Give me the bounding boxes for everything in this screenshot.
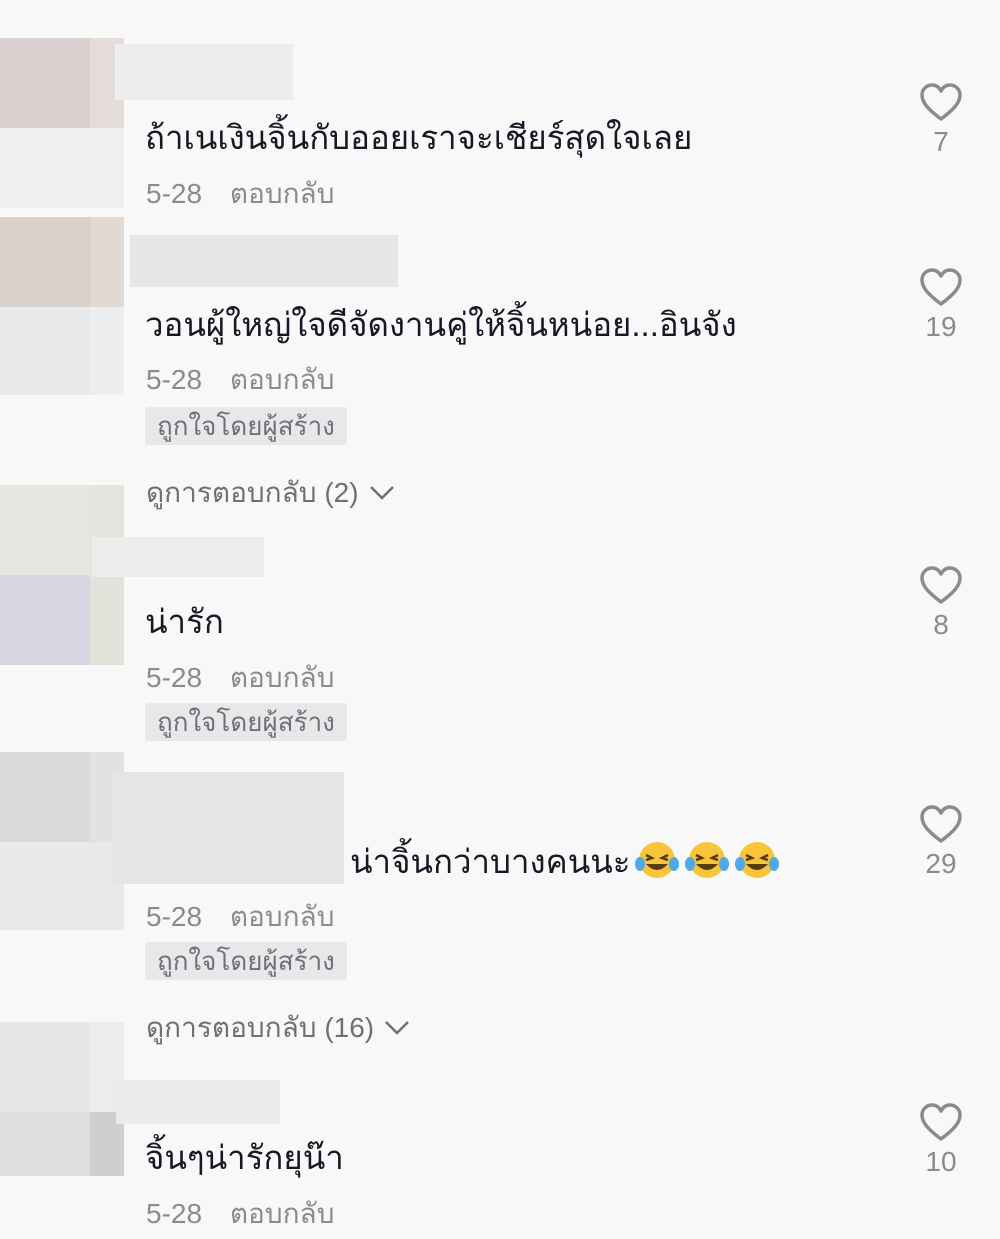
- reply-button[interactable]: ตอบกลับ: [230, 662, 335, 693]
- like-count: 7: [933, 126, 949, 157]
- comment-text: น่าจิ้นกว่าบางคนนะ: [350, 840, 781, 889]
- comment-date: 5-28: [146, 662, 203, 693]
- like-button[interactable]: 8: [915, 565, 967, 641]
- laughing-emoji-icon: [733, 840, 781, 889]
- heart-outline-icon: [920, 268, 962, 306]
- liked-by-creator-badge: ถูกใจโดยผู้สร้าง: [145, 942, 347, 980]
- username-blurred[interactable]: [130, 235, 398, 287]
- username-blurred[interactable]: [112, 772, 344, 884]
- reply-button[interactable]: ตอบกลับ: [230, 1198, 335, 1229]
- reply-button[interactable]: ตอบกลับ: [230, 178, 335, 209]
- heart-outline-icon: [920, 1103, 962, 1141]
- liked-by-creator-badge: ถูกใจโดยผู้สร้าง: [145, 407, 347, 445]
- heart-outline-icon: [920, 566, 962, 604]
- reply-button[interactable]: ตอบกลับ: [230, 901, 335, 932]
- like-button[interactable]: 10: [915, 1102, 967, 1178]
- comment-text: ถ้าเนเงินจิ้นกับออยเราจะเชียร์สุดใจเลย: [145, 119, 693, 156]
- like-button[interactable]: 29: [915, 804, 967, 880]
- username-blurred[interactable]: [92, 537, 264, 577]
- like-count: 8: [933, 609, 949, 640]
- comment-date: 5-28: [146, 364, 203, 395]
- comment-date: 5-28: [146, 178, 203, 209]
- laughing-emoji-icon: [683, 840, 731, 889]
- comment-item: ถ้าเนเงินจิ้นกับออยเราจะเชียร์สุดใจเลย 5…: [0, 0, 1000, 215]
- comment-item: น่าจิ้นกว่าบางคนนะ 5-28 ตอบกลับ ถูกใจโดย…: [0, 750, 1000, 1043]
- comment-text: วอนผู้ใหญ่ใจดีจัดงานคู่ให้จิ้นหน่อย...อิ…: [145, 306, 737, 343]
- heart-outline-icon: [920, 83, 962, 121]
- comment-text: จิ้นๆน่ารักยุน๊า: [145, 1139, 344, 1176]
- comment-meta: 5-28 ตอบกลับ: [146, 358, 335, 402]
- heart-outline-icon: [920, 805, 962, 843]
- laughing-emoji-icon: [633, 840, 681, 889]
- reply-button[interactable]: ตอบกลับ: [230, 364, 335, 395]
- comment-date: 5-28: [146, 901, 203, 932]
- comment-date: 5-28: [146, 1198, 203, 1229]
- comment-meta: 5-28 ตอบกลับ: [146, 656, 335, 700]
- liked-by-creator-badge: ถูกใจโดยผู้สร้าง: [145, 703, 347, 741]
- username-blurred[interactable]: [116, 1080, 280, 1124]
- comment-meta: 5-28 ตอบกลับ: [146, 895, 335, 939]
- comment-item: จิ้นๆน่ารักยุน๊า 5-28 ตอบกลับ 10: [0, 1020, 1000, 1239]
- username-blurred[interactable]: [115, 44, 293, 100]
- like-count: 29: [925, 848, 957, 879]
- like-button[interactable]: 7: [915, 82, 967, 158]
- like-button[interactable]: 19: [915, 267, 967, 343]
- comment-item: วอนผู้ใหญ่ใจดีจัดงานคู่ให้จิ้นหน่อย...อิ…: [0, 215, 1000, 508]
- like-count: 19: [925, 311, 957, 342]
- like-count: 10: [925, 1146, 957, 1177]
- comment-text-body: น่าจิ้นกว่าบางคนนะ: [350, 843, 631, 881]
- comment-item: น่ารัก 5-28 ตอบกลับ ถูกใจโดยผู้สร้าง 8: [0, 485, 1000, 750]
- comment-text: น่ารัก: [145, 603, 224, 640]
- comment-meta: 5-28 ตอบกลับ: [146, 1192, 335, 1236]
- comment-meta: 5-28 ตอบกลับ: [146, 172, 335, 216]
